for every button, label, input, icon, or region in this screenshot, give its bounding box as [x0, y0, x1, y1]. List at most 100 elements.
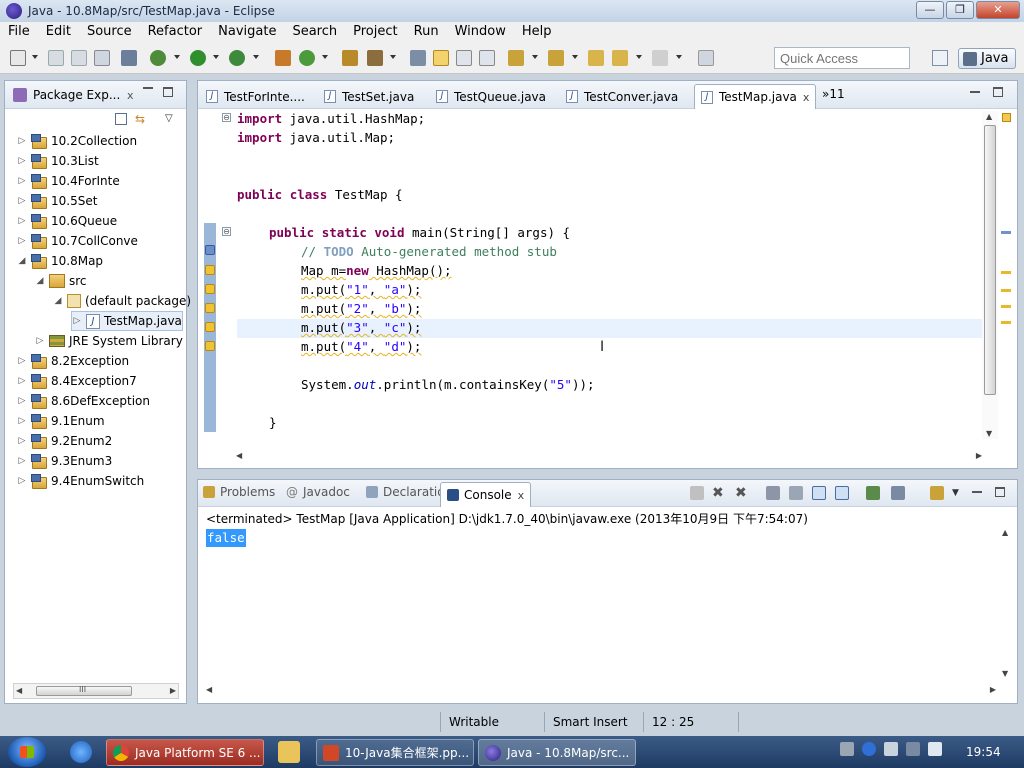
- pin-console-icon[interactable]: [866, 486, 880, 500]
- previous-annotation-icon[interactable]: [548, 50, 564, 66]
- close-icon[interactable]: ⅹ: [127, 89, 134, 102]
- maximize-view-icon[interactable]: [993, 87, 1003, 97]
- remove-launch-icon[interactable]: ✖: [712, 486, 726, 500]
- package-explorer-tab[interactable]: Package Exp... ⅹ: [5, 81, 186, 109]
- tree-twisty-icon[interactable]: ▷: [17, 396, 27, 406]
- console-hscrollbar[interactable]: ◀ ▶: [206, 683, 996, 699]
- tree-twisty-icon[interactable]: ◢: [35, 276, 45, 286]
- new-class-dropdown-icon[interactable]: [322, 55, 328, 59]
- scroll-up-icon[interactable]: ▲: [1002, 528, 1008, 537]
- menu-project[interactable]: Project: [345, 22, 405, 42]
- tree-twisty-icon[interactable]: ▷: [17, 176, 27, 186]
- tree-twisty-icon[interactable]: ▷: [17, 196, 27, 206]
- pin-icon[interactable]: [884, 742, 898, 756]
- save-icon[interactable]: [48, 50, 64, 66]
- tree-twisty-icon[interactable]: ◢: [53, 296, 63, 306]
- scroll-lock-icon[interactable]: [789, 486, 803, 500]
- internet-explorer-icon[interactable]: [70, 741, 92, 763]
- previous-annotation-dropdown-icon[interactable]: [572, 55, 578, 59]
- taskbar-eclipse[interactable]: Java - 10.8Map/src...: [478, 739, 636, 766]
- clock[interactable]: 19:54: [966, 745, 1001, 759]
- tree-twisty-icon[interactable]: ▷: [35, 336, 45, 346]
- minimize-button[interactable]: —: [916, 1, 944, 19]
- warning-marker[interactable]: [1001, 289, 1011, 292]
- keyboard-icon[interactable]: [840, 742, 854, 756]
- tree-item[interactable]: ◢ 10.8Map: [17, 251, 103, 271]
- clear-console-icon[interactable]: [766, 486, 780, 500]
- new-icon[interactable]: [10, 50, 26, 66]
- search-icon[interactable]: [367, 50, 383, 66]
- new-dropdown-icon[interactable]: [32, 55, 38, 59]
- last-edit-icon[interactable]: [588, 50, 604, 66]
- console-vscrollbar[interactable]: ▲ ▼: [998, 528, 1014, 678]
- show-on-stderr-icon[interactable]: [835, 486, 849, 500]
- tree-item[interactable]: ▷ 10.2Collection: [17, 131, 137, 151]
- tree-twisty-icon[interactable]: ◢: [17, 256, 27, 266]
- scroll-right-icon[interactable]: ▶: [990, 685, 996, 694]
- scroll-down-icon[interactable]: ▼: [1002, 669, 1008, 678]
- tab-problems[interactable]: Problems: [203, 485, 275, 499]
- close-button[interactable]: ✕: [976, 1, 1020, 19]
- scroll-left-icon[interactable]: ◀: [16, 686, 22, 695]
- file-explorer-icon[interactable]: [278, 741, 300, 763]
- tree-twisty-icon[interactable]: ▷: [72, 316, 82, 326]
- back-icon[interactable]: [612, 50, 628, 66]
- display-console-icon[interactable]: [891, 486, 905, 500]
- tree-twisty-icon[interactable]: ▷: [17, 356, 27, 366]
- annotation-icon[interactable]: [410, 50, 426, 66]
- editor-hscrollbar[interactable]: ◀ ▶: [236, 449, 982, 465]
- link-with-editor-icon[interactable]: ⇆: [135, 113, 149, 125]
- menu-window[interactable]: Window: [447, 22, 514, 42]
- tree-twisty-icon[interactable]: ▷: [17, 416, 27, 426]
- search-dropdown-icon[interactable]: [390, 55, 396, 59]
- tree-item[interactable]: ▷ 10.7CollConve: [17, 231, 138, 251]
- menu-file[interactable]: File: [0, 22, 38, 42]
- tab-testconver[interactable]: J TestConver.java: [566, 84, 678, 109]
- skip-breakpoints-icon[interactable]: [121, 50, 137, 66]
- tree-twisty-icon[interactable]: ▷: [17, 436, 27, 446]
- taskbar-powerpoint[interactable]: 10-Java集合框架.pp...: [316, 739, 474, 766]
- external-tools-dropdown-icon[interactable]: [253, 55, 259, 59]
- tree-item[interactable]: ▷ 10.4ForInte: [17, 171, 120, 191]
- view-menu-icon[interactable]: ▼: [952, 486, 966, 500]
- back-dropdown-icon[interactable]: [636, 55, 642, 59]
- code-area[interactable]: ⊖ ⊖ import java.util.HashMap; import jav…: [198, 109, 1017, 455]
- scroll-up-icon[interactable]: ▲: [986, 112, 992, 121]
- run-dropdown-icon[interactable]: [213, 55, 219, 59]
- remove-all-launches-icon[interactable]: ✖: [735, 486, 749, 500]
- tree-item[interactable]: ▷ 9.4EnumSwitch: [17, 471, 144, 491]
- menu-navigate[interactable]: Navigate: [210, 22, 284, 42]
- tab-testset[interactable]: J TestSet.java: [324, 84, 414, 109]
- show-whitespace-icon[interactable]: [479, 50, 495, 66]
- open-console-icon[interactable]: [930, 486, 944, 500]
- save-all-icon[interactable]: [71, 50, 87, 66]
- fold-toggle-icon[interactable]: ⊖: [222, 113, 231, 122]
- tree-item[interactable]: ▷ 10.3List: [17, 151, 99, 171]
- new-class-icon[interactable]: [299, 50, 315, 66]
- collapse-all-icon[interactable]: [115, 113, 127, 125]
- editor-vscrollbar[interactable]: ▲ ▼: [982, 111, 998, 439]
- print-icon[interactable]: [94, 50, 110, 66]
- scroll-down-icon[interactable]: ▼: [986, 429, 992, 438]
- tree-item[interactable]: ◢ src: [35, 271, 87, 291]
- show-on-stdout-icon[interactable]: [812, 486, 826, 500]
- tree-item[interactable]: ◢ (default package): [53, 291, 191, 311]
- tree-twisty-icon[interactable]: ▷: [17, 236, 27, 246]
- close-icon[interactable]: ⅹ: [803, 91, 810, 104]
- tree-item[interactable]: ▷ 10.6Queue: [17, 211, 117, 231]
- tab-testmap[interactable]: J TestMap.java ⅹ: [694, 84, 817, 109]
- scroll-thumb[interactable]: [984, 125, 996, 395]
- tab-testforinte[interactable]: J TestForInte....: [206, 84, 305, 109]
- block-selection-icon[interactable]: [456, 50, 472, 66]
- tab-testqueue[interactable]: J TestQueue.java: [436, 84, 546, 109]
- new-java-project-icon[interactable]: [275, 50, 291, 66]
- warning-marker[interactable]: [1001, 305, 1011, 308]
- forward-icon[interactable]: [652, 50, 668, 66]
- tree-twisty-icon[interactable]: ▷: [17, 156, 27, 166]
- start-button[interactable]: [8, 737, 46, 767]
- debug-dropdown-icon[interactable]: [174, 55, 180, 59]
- scroll-right-icon[interactable]: ▶: [976, 451, 982, 460]
- scroll-right-icon[interactable]: ▶: [170, 686, 176, 695]
- open-perspective-icon[interactable]: [932, 50, 948, 66]
- tree-twisty-icon[interactable]: ▷: [17, 376, 27, 386]
